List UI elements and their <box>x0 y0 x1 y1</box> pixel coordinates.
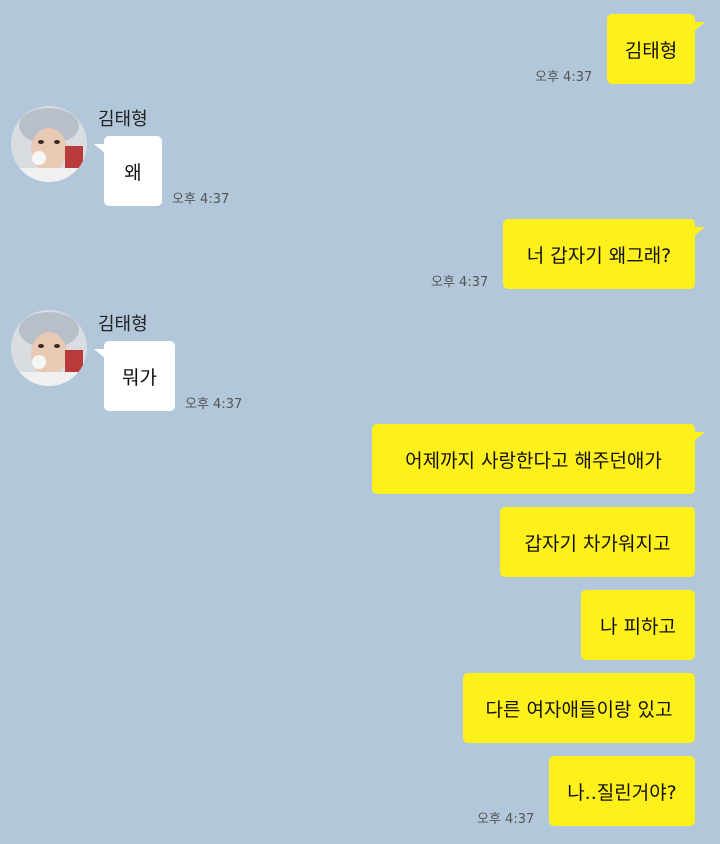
message-text: 갑자기 차가워지고 <box>524 532 671 555</box>
message-timestamp: 오후 4:37 <box>535 70 593 85</box>
contact-avatar[interactable] <box>11 310 87 386</box>
message-bubble-mine[interactable]: 어제까지 사랑한다고 해주던애가 <box>372 424 705 494</box>
contact-avatar[interactable] <box>11 106 87 182</box>
message-timestamp: 오후 4:37 <box>477 812 535 827</box>
message-bubble-theirs[interactable]: 왜 <box>94 136 162 206</box>
message-bubble-mine[interactable]: 다른 여자애들이랑 있고 <box>463 673 695 743</box>
message-timestamp: 오후 4:37 <box>431 275 489 290</box>
message-text: 뭐가 <box>122 366 157 389</box>
avatar-icon <box>11 310 87 386</box>
message-bubble-mine[interactable]: 김태형 <box>607 14 705 84</box>
contact-name: 김태형 <box>98 109 148 130</box>
message-bubble-mine[interactable]: 갑자기 차가워지고 <box>500 507 695 577</box>
message-text: 왜 <box>124 161 142 184</box>
message-bubble-mine[interactable]: 나 피하고 <box>581 590 695 660</box>
message-text: 김태형 <box>624 39 678 62</box>
message-text: 다른 여자애들이랑 있고 <box>485 698 673 721</box>
message-timestamp: 오후 4:37 <box>185 397 243 412</box>
message-text: 어제까지 사랑한다고 해주던애가 <box>405 449 662 472</box>
message-bubble-mine[interactable]: 나..질린거야? <box>549 756 695 826</box>
message-timestamp: 오후 4:37 <box>172 192 230 207</box>
message-text: 너 갑자기 왜그래? <box>526 244 672 267</box>
message-bubble-theirs[interactable]: 뭐가 <box>94 341 175 411</box>
message-bubble-mine[interactable]: 너 갑자기 왜그래? <box>503 219 705 289</box>
message-text: 나 피하고 <box>600 615 676 638</box>
avatar-icon <box>11 106 87 182</box>
message-text: 나..질린거야? <box>567 781 677 804</box>
contact-name: 김태형 <box>98 314 148 335</box>
